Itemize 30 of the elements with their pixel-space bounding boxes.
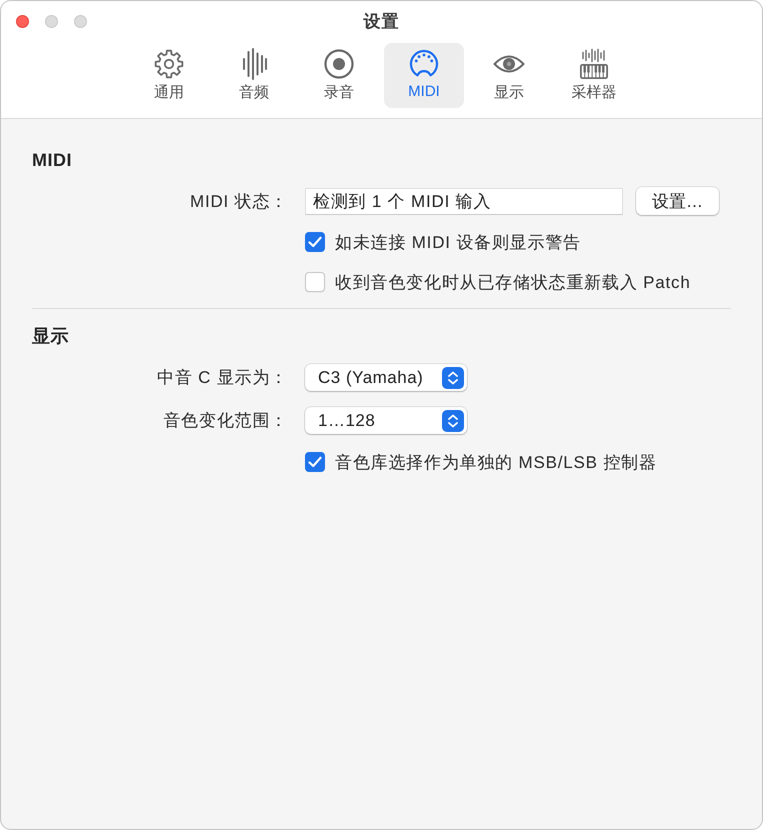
popup-label: 中音 C 显示为： — [156, 367, 288, 389]
section-heading: MIDI — [32, 149, 73, 171]
settings-button[interactable]: 设置… — [636, 187, 719, 215]
checkbox-label[interactable]: 收到音色变化时从已存储状态重新载入 Patch — [335, 270, 691, 294]
window-title: 设置 — [364, 10, 400, 32]
toolbar-tab[interactable]: 录音 — [299, 43, 379, 108]
checkmark-icon — [308, 236, 322, 248]
status-field: 检测到 1 个 MIDI 输入 — [305, 188, 623, 214]
checkmark-icon — [308, 456, 322, 468]
toolbar-tab[interactable]: 音频 — [214, 43, 294, 108]
toolbar-tab[interactable]: MIDI — [384, 43, 464, 108]
field-label: MIDI 状态： — [188, 190, 288, 212]
piano-keyboard-icon — [578, 48, 610, 80]
popup-label: 音色变化范围： — [162, 410, 288, 432]
popup-button[interactable]: 1…128 — [305, 407, 467, 434]
toolbar-tab[interactable]: 显示 — [469, 43, 549, 108]
checkbox-label[interactable]: 如未连接 MIDI 设备则显示警告 — [335, 230, 581, 254]
record-icon — [323, 48, 355, 80]
checkbox-label[interactable]: 音色库选择作为单独的 MSB/LSB 控制器 — [335, 450, 657, 474]
popup-button[interactable]: C3 (Yamaha) — [305, 364, 467, 391]
updown-chevron-icon — [442, 366, 464, 388]
toolbar-tab[interactable]: 采样器 — [554, 43, 634, 108]
gear-icon — [153, 48, 185, 80]
checkbox[interactable] — [305, 272, 325, 292]
section-heading: 显示 — [32, 325, 70, 347]
checkbox[interactable] — [305, 452, 325, 472]
updown-chevron-icon — [442, 410, 464, 432]
checkbox[interactable] — [305, 232, 325, 252]
close-button[interactable] — [16, 14, 29, 28]
toolbar-tab[interactable]: 通用 — [129, 43, 209, 108]
